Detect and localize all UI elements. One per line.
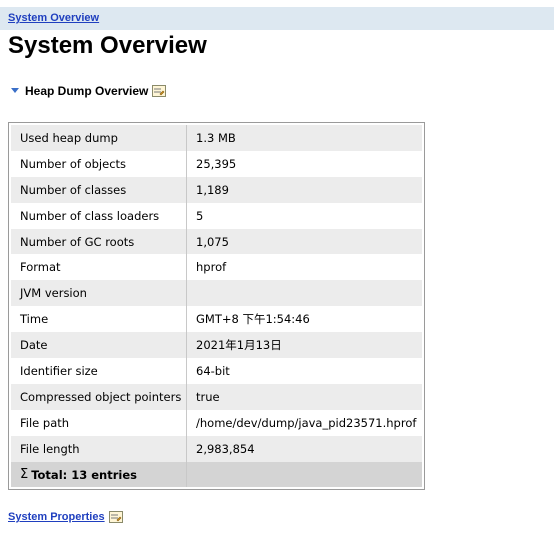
- property-value: /home/dev/dump/java_pid23571.hprof: [196, 415, 417, 430]
- system-properties-section: System Properties: [8, 511, 123, 523]
- table-row[interactable]: Date 2021年1月13日: [11, 332, 422, 359]
- table-row[interactable]: Number of objects 25,395: [11, 150, 422, 177]
- breadcrumb: System Overview: [0, 7, 554, 30]
- property-name: Identifier size: [11, 358, 187, 384]
- table-total-row: Σ Total: 13 entries: [11, 461, 422, 488]
- property-name: Used heap dump: [11, 125, 187, 151]
- property-value: 25,395: [196, 156, 237, 171]
- property-value: GMT+8 下午1:54:46: [196, 312, 310, 327]
- table-row[interactable]: Used heap dump 1.3 MB: [11, 125, 422, 151]
- property-name: File path: [11, 409, 187, 436]
- property-value: 1,189: [196, 182, 229, 197]
- table-row[interactable]: JVM version: [11, 280, 422, 307]
- property-name: File length: [11, 435, 187, 462]
- property-name: JVM version: [11, 280, 187, 307]
- table-row[interactable]: Number of classes 1,189: [11, 176, 422, 203]
- section-header: Heap Dump Overview: [9, 82, 167, 100]
- property-name: Number of class loaders: [11, 202, 187, 229]
- property-value: 2,983,854: [196, 441, 255, 456]
- property-value: true: [196, 389, 220, 404]
- total-cell: Σ Total: 13 entries: [11, 461, 187, 488]
- heap-overview-table: Used heap dump 1.3 MB Number of objects …: [8, 122, 425, 491]
- property-value: 1,075: [196, 234, 229, 249]
- triangle-down-icon[interactable]: [9, 85, 21, 97]
- details-icon[interactable]: [152, 85, 167, 97]
- table-row[interactable]: File path /home/dev/dump/java_pid23571.h…: [11, 409, 422, 436]
- system-properties-link[interactable]: System Properties: [8, 511, 105, 523]
- property-name: Format: [11, 254, 187, 281]
- table-row[interactable]: Number of GC roots 1,075: [11, 228, 422, 255]
- table-row[interactable]: Format hprof: [11, 254, 422, 281]
- table-row[interactable]: Identifier size 64-bit: [11, 358, 422, 384]
- property-value: 64-bit: [196, 363, 230, 378]
- property-name: Number of classes: [11, 176, 187, 203]
- table-row[interactable]: File length 2,983,854: [11, 435, 422, 462]
- property-name: Date: [11, 332, 187, 359]
- property-name: Number of objects: [11, 150, 187, 177]
- property-value: hprof: [196, 260, 227, 275]
- property-name: Compressed object pointers: [11, 383, 187, 410]
- property-name: Time: [11, 306, 187, 333]
- total-label: Total: 13 entries: [31, 467, 137, 482]
- property-value: 2021年1月13日: [196, 338, 282, 353]
- total-value-cell: [187, 462, 422, 488]
- sigma-icon: Σ: [20, 467, 29, 483]
- property-value: [187, 280, 422, 306]
- property-value: 5: [196, 208, 204, 223]
- section-title: Heap Dump Overview: [25, 84, 149, 98]
- breadcrumb-link-system-overview[interactable]: System Overview: [8, 12, 99, 24]
- page-title: System Overview: [8, 32, 207, 59]
- details-icon[interactable]: [108, 511, 123, 523]
- property-value: 1.3 MB: [196, 130, 236, 145]
- table-row[interactable]: Number of class loaders 5: [11, 202, 422, 229]
- property-name: Number of GC roots: [11, 228, 187, 255]
- table-row[interactable]: Compressed object pointers true: [11, 383, 422, 410]
- table-row[interactable]: Time GMT+8 下午1:54:46: [11, 306, 422, 333]
